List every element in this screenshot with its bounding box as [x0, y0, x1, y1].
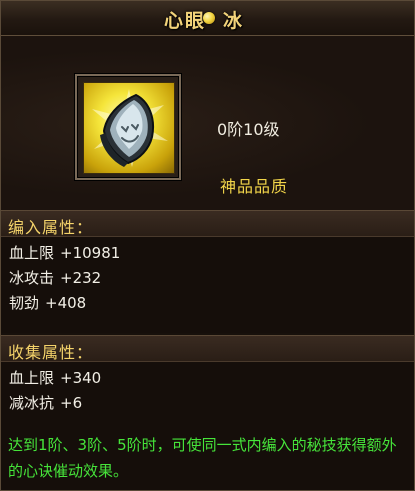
compile-attributes-label: 编入属性：	[8, 218, 94, 237]
set-bonus-description: 达到1阶、3阶、5阶时，可使同一式内编入的秘技获得额外的心诀催动效果。	[8, 436, 397, 480]
item-icon-frame	[75, 74, 181, 180]
compile-attributes-header: 编入属性：	[1, 210, 414, 237]
collect-attributes-header: 收集属性：	[1, 335, 414, 362]
stat-name: 韧劲	[9, 294, 40, 312]
item-icon-background	[83, 82, 175, 174]
stat-value: +10981	[60, 244, 121, 262]
stat-value: +6	[60, 394, 83, 412]
stat-row: 血上限 +340	[9, 367, 101, 388]
item-title-element: 冰	[223, 10, 245, 32]
title-separator-dot-icon	[203, 12, 215, 24]
stat-row: 减冰抗 +6	[9, 392, 82, 413]
stat-name: 冰攻击	[9, 269, 55, 287]
stat-row: 冰攻击 +232	[9, 267, 101, 288]
stat-name: 血上限	[9, 244, 55, 262]
stat-value: +340	[60, 369, 102, 387]
collect-attributes-label: 收集属性：	[8, 343, 94, 362]
stat-name: 减冰抗	[9, 394, 55, 412]
stat-name: 血上限	[9, 369, 55, 387]
item-header: 0阶10级 神品品质	[1, 36, 414, 210]
stat-row: 韧劲 +408	[9, 292, 86, 313]
item-tooltip-panel: 心眼 冰 0阶10级 神品品质 编入属性： 血上限 +10981 冰攻击 +23…	[0, 0, 415, 491]
item-title-main: 心眼	[164, 10, 207, 32]
title-bar: 心眼 冰	[1, 1, 414, 36]
yellow-gem-stone-icon	[92, 89, 168, 167]
compile-attributes-body: 血上限 +10981 冰攻击 +232 韧劲 +408	[1, 237, 414, 333]
stat-value: +232	[60, 269, 102, 287]
stat-row: 血上限 +10981	[9, 242, 120, 263]
stat-value: +408	[45, 294, 87, 312]
item-quality: 神品品质	[220, 177, 289, 196]
item-level: 0阶10级	[217, 120, 280, 139]
